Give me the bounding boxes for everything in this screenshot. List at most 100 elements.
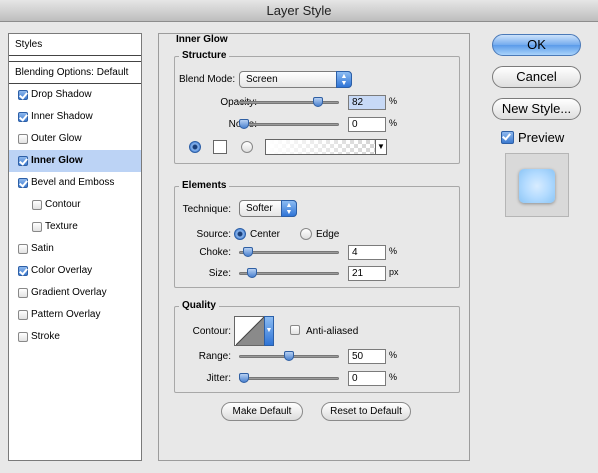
blending-options[interactable]: Blending Options: Default [9, 61, 141, 84]
jitter-unit: % [389, 372, 398, 382]
choke-slider-thumb[interactable] [242, 247, 253, 257]
technique-value: Softer [246, 203, 273, 214]
technique-select[interactable]: Softer ▲ ▼ [239, 200, 297, 217]
gradient-picker[interactable] [265, 139, 387, 155]
inner-shadow-checkbox[interactable] [18, 112, 28, 122]
jitter-input[interactable]: 0 [348, 371, 386, 386]
style-item-stroke[interactable]: Stroke [9, 326, 141, 348]
gradient-dropdown-arrow-icon[interactable]: ▼ [375, 140, 386, 154]
drop-shadow-checkbox[interactable] [18, 90, 28, 100]
stroke-checkbox[interactable] [18, 332, 28, 342]
noise-slider-thumb[interactable] [239, 119, 249, 129]
jitter-label: Jitter: [206, 373, 231, 384]
style-item-outer-glow[interactable]: Outer Glow [9, 128, 141, 150]
style-item-satin[interactable]: Satin [9, 238, 141, 260]
size-label: Size: [208, 268, 231, 279]
preview-label: Preview [518, 130, 565, 145]
style-item-contour[interactable]: Contour [9, 194, 141, 216]
gradient-radio[interactable] [241, 141, 253, 153]
reset-default-button[interactable]: Reset to Default [321, 402, 411, 421]
range-label: Range: [198, 351, 231, 362]
quality-title: Quality [179, 300, 219, 311]
source-label: Source: [196, 229, 231, 240]
jitter-slider-thumb[interactable] [239, 373, 249, 383]
preview-thumbnail [505, 153, 569, 217]
choke-unit: % [389, 246, 398, 256]
source-center-label: Center [250, 229, 281, 240]
ok-button[interactable]: OK [492, 34, 581, 56]
contour-curve-icon [236, 317, 264, 345]
choke-label: Choke: [199, 247, 231, 258]
anti-aliased-checkbox[interactable] [290, 325, 300, 335]
style-item-label: Drop Shadow [31, 89, 92, 100]
source-edge-radio[interactable] [300, 228, 312, 240]
solid-color-radio[interactable] [189, 141, 201, 153]
outer-glow-checkbox[interactable] [18, 134, 28, 144]
style-item-label: Satin [31, 243, 54, 254]
preview-checkbox[interactable] [501, 131, 514, 144]
style-item-inner-glow[interactable]: Inner Glow [9, 150, 141, 172]
new-style-button[interactable]: New Style... [492, 98, 581, 120]
choke-input[interactable]: 4 [348, 245, 386, 260]
gradient-overlay-checkbox[interactable] [18, 288, 28, 298]
cancel-button[interactable]: Cancel [492, 66, 581, 88]
styles-header-label: Styles [15, 39, 43, 50]
technique-label: Technique: [182, 204, 231, 215]
satin-checkbox[interactable] [18, 244, 28, 254]
source-center-radio[interactable] [234, 228, 246, 240]
texture-checkbox[interactable] [32, 222, 42, 232]
glow-color-swatch[interactable] [213, 140, 227, 154]
range-input[interactable]: 50 [348, 349, 386, 364]
bevel-emboss-checkbox[interactable] [18, 178, 28, 188]
blending-options-label: Blending Options: Default [15, 67, 129, 78]
noise-unit: % [389, 118, 398, 128]
pattern-overlay-checkbox[interactable] [18, 310, 28, 320]
panel-title: Inner Glow [176, 34, 228, 45]
style-item-bevel-emboss[interactable]: Bevel and Emboss [9, 172, 141, 194]
size-input[interactable]: 21 [348, 266, 386, 281]
noise-input[interactable]: 0 [348, 117, 386, 132]
style-item-gradient-overlay[interactable]: Gradient Overlay [9, 282, 141, 304]
style-item-label: Inner Shadow [31, 111, 93, 122]
jitter-slider[interactable] [239, 373, 339, 383]
opacity-input[interactable]: 82 [348, 95, 386, 110]
style-item-label: Gradient Overlay [31, 287, 107, 298]
opacity-slider-thumb[interactable] [312, 97, 323, 107]
contour-checkbox[interactable] [32, 200, 42, 210]
size-slider[interactable] [239, 268, 339, 278]
choke-slider[interactable] [239, 247, 339, 257]
styles-header[interactable]: Styles [9, 34, 141, 56]
preview-swatch [519, 169, 555, 203]
style-item-color-overlay[interactable]: Color Overlay [9, 260, 141, 282]
style-item-label: Outer Glow [31, 133, 82, 144]
contour-picker[interactable]: ▼ [234, 316, 274, 346]
range-slider-thumb[interactable] [284, 351, 294, 361]
blend-mode-label: Blend Mode: [179, 74, 236, 85]
style-item-inner-shadow[interactable]: Inner Shadow [9, 106, 141, 128]
anti-aliased-label: Anti-aliased [306, 326, 359, 337]
structure-title: Structure [179, 50, 230, 61]
style-item-label: Color Overlay [31, 265, 93, 276]
updown-arrows-icon: ▲ ▼ [336, 71, 352, 88]
color-overlay-checkbox[interactable] [18, 266, 28, 276]
style-item-label: Texture [45, 221, 78, 232]
style-item-label: Bevel and Emboss [31, 177, 115, 188]
style-item-drop-shadow[interactable]: Drop Shadow [9, 84, 141, 106]
range-slider[interactable] [239, 351, 339, 361]
inner-glow-checkbox[interactable] [18, 156, 28, 166]
blend-mode-value: Screen [246, 74, 278, 85]
contour-dropdown-arrow-icon[interactable]: ▼ [264, 316, 274, 346]
size-slider-thumb[interactable] [246, 268, 257, 278]
source-edge-label: Edge [316, 229, 340, 240]
style-item-label: Inner Glow [31, 155, 83, 166]
style-item-label: Contour [45, 199, 81, 210]
style-item-pattern-overlay[interactable]: Pattern Overlay [9, 304, 141, 326]
noise-slider[interactable] [239, 119, 339, 129]
size-unit: px [389, 267, 399, 277]
opacity-slider[interactable] [239, 97, 339, 107]
styles-list: Styles Blending Options: Default Drop Sh… [8, 33, 142, 461]
style-item-label: Stroke [31, 331, 60, 342]
make-default-button[interactable]: Make Default [221, 402, 303, 421]
style-item-texture[interactable]: Texture [9, 216, 141, 238]
blend-mode-select[interactable]: Screen ▲ ▼ [239, 71, 352, 88]
